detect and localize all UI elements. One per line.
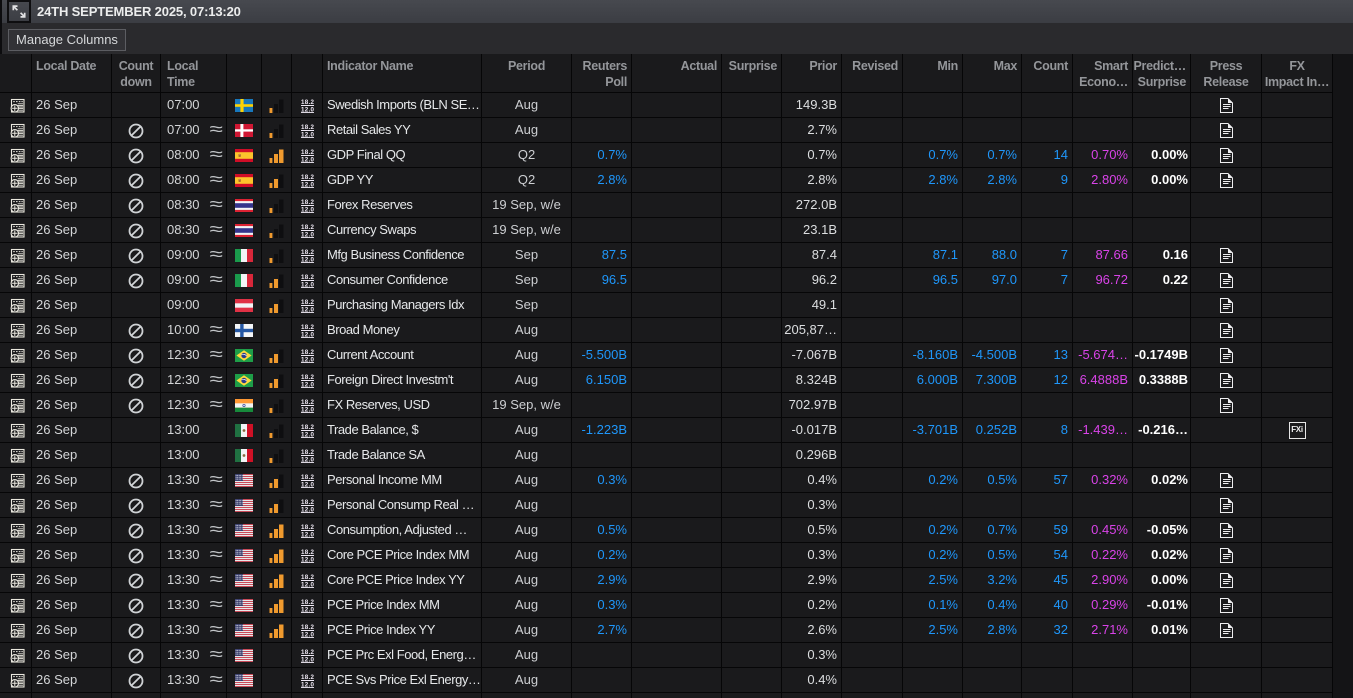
svg-text:12.0: 12.0	[301, 406, 314, 413]
svg-text:12.0: 12.0	[301, 456, 314, 463]
svg-text:12.0: 12.0	[301, 681, 314, 688]
svg-text:12.0: 12.0	[301, 206, 314, 213]
svg-text:12.0: 12.0	[301, 531, 314, 538]
svg-text:12.0: 12.0	[301, 356, 314, 363]
svg-text:12.0: 12.0	[301, 106, 314, 113]
svg-text:12.0: 12.0	[301, 506, 314, 513]
svg-text:12.0: 12.0	[301, 581, 314, 588]
svg-text:12.0: 12.0	[301, 331, 314, 338]
svg-text:12.0: 12.0	[301, 556, 314, 563]
svg-text:12.0: 12.0	[301, 181, 314, 188]
svg-text:12.0: 12.0	[301, 306, 314, 313]
svg-text:12.0: 12.0	[301, 131, 314, 138]
svg-text:12.0: 12.0	[301, 481, 314, 488]
svg-text:12.0: 12.0	[301, 256, 314, 263]
svg-text:12.0: 12.0	[301, 606, 314, 613]
svg-text:12.0: 12.0	[301, 156, 314, 163]
svg-text:12.0: 12.0	[301, 281, 314, 288]
svg-text:12.0: 12.0	[301, 656, 314, 663]
svg-text:12.0: 12.0	[301, 231, 314, 238]
svg-text:12.0: 12.0	[301, 431, 314, 438]
svg-text:12.0: 12.0	[301, 631, 314, 638]
svg-text:12.0: 12.0	[301, 381, 314, 388]
